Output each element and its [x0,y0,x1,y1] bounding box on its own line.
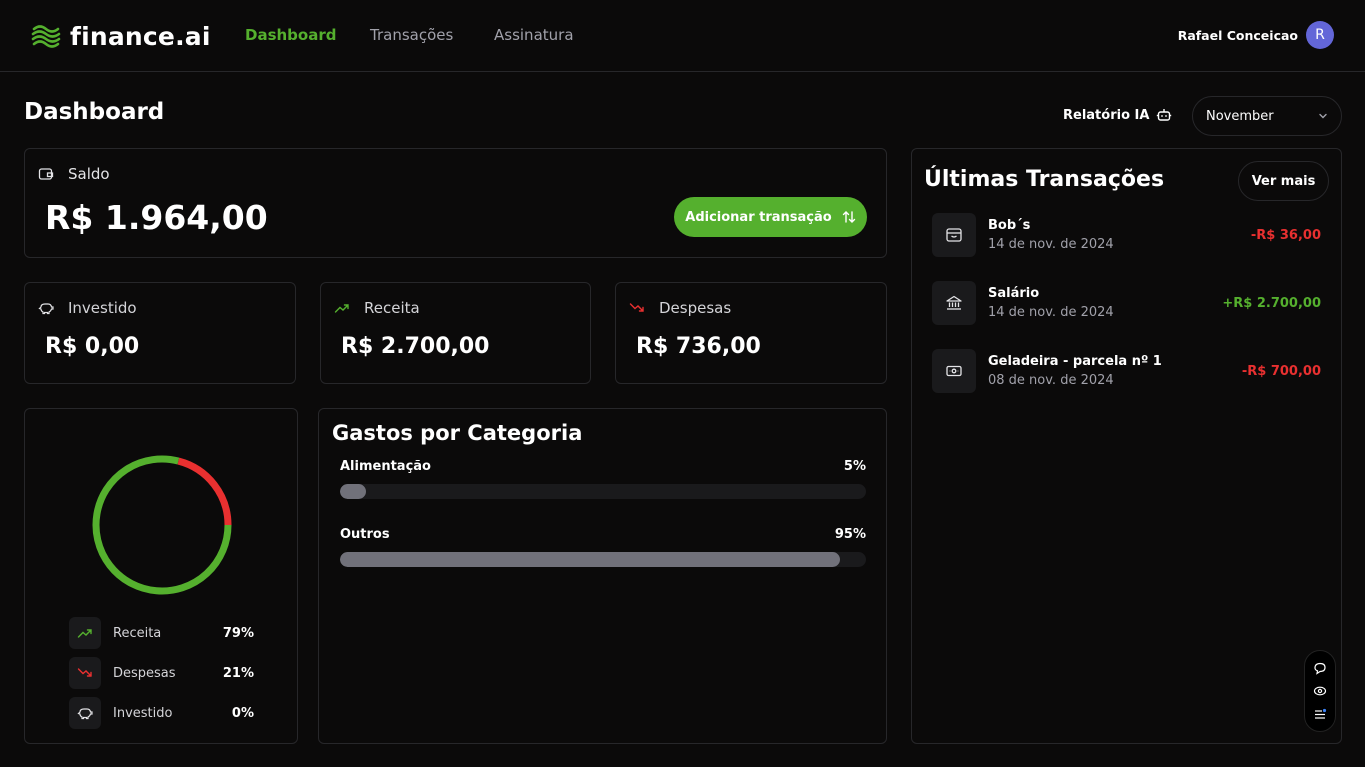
legend-icon-expenses [69,657,101,689]
invested-card: Investido R$ 0,00 [24,282,296,384]
balance-label: Saldo [68,165,110,183]
income-label: Receita [364,299,420,317]
menu-settings-icon[interactable] [1312,706,1328,722]
floating-toolbar [1304,650,1336,732]
category-progress-fill [340,552,840,567]
chat-icon[interactable] [1312,660,1328,676]
chevron-down-icon [1319,113,1327,119]
category-row-other: Outros 95% [340,527,866,567]
transaction-date: 08 de nov. de 2024 [988,373,1114,388]
trending-up-icon [334,304,349,313]
transactions-card: Últimas Transações Ver mais Bob´s 14 de … [911,148,1342,744]
bot-icon [1157,109,1172,121]
expenses-value: R$ 736,00 [636,334,761,359]
transaction-row[interactable]: Salário 14 de nov. de 2024 +R$ 2.700,00 [932,281,1321,325]
transaction-amount: -R$ 700,00 [1241,363,1321,379]
user-name: Rafael Conceicao [1177,27,1298,43]
nav-link-assinatura[interactable]: Assinatura [494,26,574,44]
categories-title: Gastos por Categoria [332,421,583,445]
transaction-row[interactable]: Geladeira - parcela nº 1 08 de nov. de 2… [932,349,1321,393]
transaction-date: 14 de nov. de 2024 [988,237,1114,252]
month-select[interactable]: November [1192,96,1342,136]
balance-card: Saldo R$ 1.964,00 Adicionar transação [24,148,887,258]
invested-value: R$ 0,00 [45,334,140,359]
nav-link-dashboard[interactable]: Dashboard [245,26,336,44]
income-label-row: Receita [334,299,420,317]
transaction-date: 14 de nov. de 2024 [988,305,1114,320]
donut-card: Receita 79% Despesas 21% Investido 0% [24,408,298,744]
legend-pct: 21% [222,665,254,681]
expenses-label-row: Despesas [629,299,731,317]
add-transaction-button[interactable]: Adicionar transação [674,197,867,237]
category-progress-track [340,552,866,567]
card-icon [946,228,962,242]
top-nav: finance.ai Dashboard Transações Assinatu… [0,0,1365,72]
transaction-name: Geladeira - parcela nº 1 [988,354,1162,369]
legend-label: Despesas [113,665,176,681]
category-pct: 95% [834,527,866,542]
income-value: R$ 2.700,00 [341,334,490,359]
eye-icon[interactable] [1312,683,1328,699]
legend-label: Receita [113,625,162,641]
legend-row-income: Receita 79% [69,617,254,649]
balance-value: R$ 1.964,00 [45,198,268,237]
transaction-icon [932,213,976,257]
arrow-up-down-icon [842,211,855,223]
trending-down-icon [629,303,644,312]
wallet-icon [38,168,54,180]
legend-row-invested: Investido 0% [69,697,254,729]
category-name: Alimentação [340,459,431,474]
trending-down-icon [77,668,92,677]
category-progress-fill [340,484,367,499]
transaction-amount: +R$ 2.700,00 [1222,295,1321,311]
invested-label: Investido [68,299,137,317]
legend-icon-income [69,617,101,649]
transaction-name: Salário [988,286,1040,301]
category-row-food: Alimentação 5% [340,459,866,499]
add-transaction-label: Adicionar transação [685,209,832,225]
legend-row-expenses: Despesas 21% [69,657,254,689]
legend-pct: 0% [231,705,254,721]
month-value: November [1206,108,1274,124]
legend-icon-invested [69,697,101,729]
legend-pct: 79% [222,625,254,641]
user-menu[interactable]: Rafael Conceicao R [1178,21,1334,49]
piggy-bank-icon [38,303,54,315]
balance-label-row: Saldo [38,165,110,183]
category-progress-track [340,484,866,499]
expenses-label: Despesas [659,299,732,317]
ai-report-button[interactable]: Relatório IA [1063,107,1172,123]
logo-text: finance.ai [70,21,211,51]
transaction-amount: -R$ 36,00 [1250,227,1321,243]
logo-icon [31,25,61,48]
report-label: Relatório IA [1063,107,1150,123]
transaction-row[interactable]: Bob´s 14 de nov. de 2024 -R$ 36,00 [932,213,1321,257]
expenses-card: Despesas R$ 736,00 [615,282,887,384]
avatar[interactable]: R [1306,21,1334,49]
legend-label: Investido [113,705,173,721]
piggy-bank-icon [77,708,93,720]
bank-icon [946,295,962,310]
category-name: Outros [340,527,390,542]
category-pct: 5% [843,459,866,474]
transactions-title: Últimas Transações [924,167,1165,192]
transaction-icon [932,349,976,393]
categories-card: Gastos por Categoria Alimentação 5% Outr… [318,408,887,744]
page-title: Dashboard [24,99,165,125]
view-more-button[interactable]: Ver mais [1238,161,1329,201]
donut-segment-despesas [177,457,232,526]
invested-label-row: Investido [38,299,137,317]
trending-up-icon [77,629,92,638]
income-card: Receita R$ 2.700,00 [320,282,591,384]
logo[interactable]: finance.ai [31,20,211,52]
cash-icon [946,365,962,377]
donut-chart [92,455,232,595]
transaction-name: Bob´s [988,218,1031,233]
transaction-icon [932,281,976,325]
nav-link-transacoes[interactable]: Transações [370,26,453,44]
